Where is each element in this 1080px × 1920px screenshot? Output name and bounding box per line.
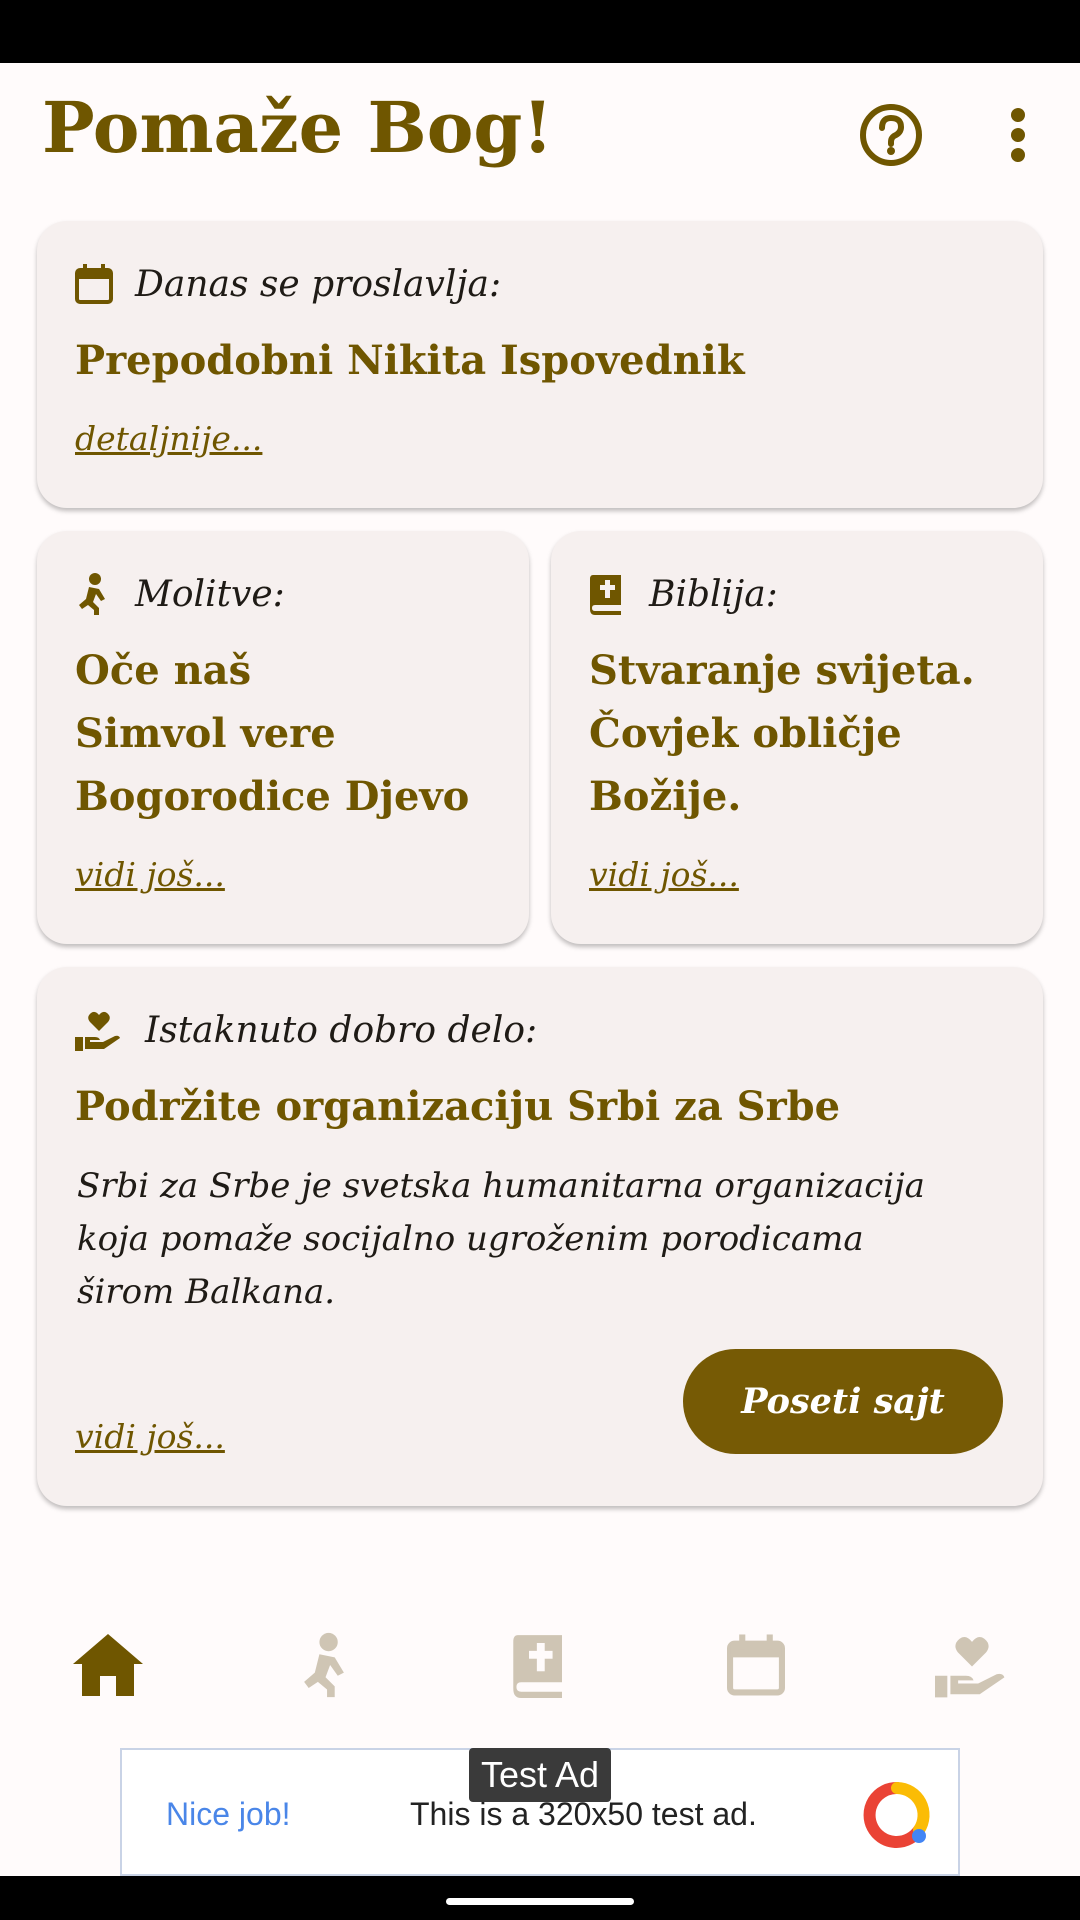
today-card-header: Danas se proslavlja: bbox=[75, 263, 501, 305]
bible-icon bbox=[589, 573, 629, 615]
prayers-card-header: Molitve: bbox=[75, 573, 285, 615]
nav-home[interactable] bbox=[63, 1620, 153, 1710]
hand-heart-icon bbox=[75, 1009, 125, 1051]
feast-title: Prepodobni Nikita Ispovednik bbox=[75, 337, 745, 384]
more-vertical-icon[interactable] bbox=[983, 100, 1053, 170]
charity-card[interactable]: Istaknuto dobro delo: Podržite organizac… bbox=[37, 967, 1043, 1506]
prayers-more-link[interactable]: vidi još... bbox=[75, 855, 225, 894]
hand-heart-icon bbox=[935, 1637, 1005, 1698]
visit-site-button[interactable]: Poseti sajt bbox=[683, 1349, 1003, 1454]
bible-chapter-line: Čovjek obličje bbox=[589, 710, 902, 757]
nav-charity[interactable] bbox=[927, 1620, 1017, 1710]
praying-icon bbox=[75, 573, 115, 615]
charity-description-line: širom Balkana. bbox=[77, 1272, 336, 1312]
today-card-header-label: Danas se proslavlja: bbox=[135, 263, 502, 305]
calendar-icon bbox=[75, 263, 115, 305]
charity-title: Podržite organizaciju Srbi za Srbe bbox=[75, 1083, 841, 1130]
calendar-icon bbox=[727, 1634, 785, 1696]
charity-description-line: koja pomaže socijalno ugroženim porodica… bbox=[77, 1219, 864, 1259]
charity-card-header-label: Istaknuto dobro delo: bbox=[145, 1009, 538, 1051]
praying-icon bbox=[304, 1632, 344, 1698]
prayers-card-header-label: Molitve: bbox=[135, 573, 285, 615]
nav-prayers[interactable] bbox=[279, 1620, 369, 1710]
prayer-item[interactable]: Oče naš bbox=[75, 639, 251, 702]
help-circle-icon[interactable] bbox=[856, 100, 926, 170]
ad-nice-text: Nice job! bbox=[166, 1796, 291, 1832]
bible-card[interactable]: Biblija: Stvaranje svijeta. Čovjek oblič… bbox=[551, 531, 1043, 944]
prayer-item[interactable]: Simvol vere bbox=[75, 702, 336, 765]
today-card[interactable]: Danas se proslavlja: Prepodobni Nikita I… bbox=[37, 221, 1043, 508]
test-ad-tag: Test Ad bbox=[469, 1748, 611, 1802]
bible-card-header-label: Biblija: bbox=[649, 573, 778, 615]
bible-icon bbox=[513, 1635, 562, 1698]
home-icon bbox=[73, 1634, 143, 1696]
ad-logo-icon bbox=[862, 1780, 932, 1850]
today-details-link[interactable]: detaljnije... bbox=[75, 419, 262, 458]
charity-more-link[interactable]: vidi još... bbox=[75, 1417, 225, 1456]
charity-description-line: Srbi za Srbe je svetska humanitarna orga… bbox=[77, 1166, 925, 1206]
bible-chapter-line: Božije. bbox=[589, 773, 742, 820]
status-bar bbox=[0, 0, 1080, 63]
nav-bible[interactable] bbox=[495, 1620, 585, 1710]
home-gesture-handle[interactable] bbox=[446, 1898, 634, 1905]
app-title: Pomaže Bog! bbox=[42, 86, 554, 169]
bible-more-link[interactable]: vidi još... bbox=[589, 855, 739, 894]
bottom-navigation bbox=[0, 1620, 1080, 1720]
charity-card-header: Istaknuto dobro delo: bbox=[75, 1009, 537, 1051]
bible-card-header: Biblija: bbox=[589, 573, 778, 615]
prayer-item[interactable]: Bogorodice Djevo bbox=[75, 765, 469, 828]
bible-chapter-line: Stvaranje svijeta. bbox=[589, 647, 975, 694]
nav-calendar[interactable] bbox=[711, 1620, 801, 1710]
charity-description: Srbi za Srbe je svetska humanitarna orga… bbox=[77, 1160, 1003, 1319]
prayers-card[interactable]: Molitve: Oče naš Simvol vere Bogorodice … bbox=[37, 531, 529, 944]
